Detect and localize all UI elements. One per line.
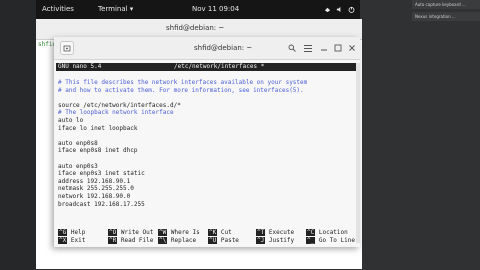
shortcut-write-out[interactable]: ^O Write Out (108, 229, 153, 237)
shortcut-exit[interactable]: ^X Exit (58, 237, 85, 245)
window-title: shfid@debian: ~ (194, 44, 253, 52)
top-bar: Activities Terminal ▾ Nov 11 09:04 (36, 0, 360, 19)
terminal-header-bar: shfid@debian: ~ (54, 37, 360, 60)
file-line: iface lo inet loopback (58, 124, 138, 132)
activities-button[interactable]: Activities (42, 5, 74, 13)
shortcut-cut[interactable]: ^K Cut (208, 229, 232, 237)
network-icon[interactable] (324, 6, 331, 13)
file-line: netmask 255.255.255.0 (58, 185, 134, 193)
file-line: auto lo (58, 117, 84, 124)
power-icon[interactable] (348, 6, 355, 13)
nano-title-bar: GNU nano 5.4 /etc/network/interfaces * (56, 63, 356, 71)
new-tab-button[interactable] (60, 41, 74, 55)
shortcut-justify[interactable]: ^J Justify (256, 237, 294, 245)
app-menu-terminal[interactable]: Terminal ▾ (98, 5, 133, 13)
file-line: network 192.168.90.0 (58, 193, 131, 200)
shortcut-read-file[interactable]: ^R Read File (108, 237, 153, 245)
search-icon[interactable] (288, 44, 296, 52)
close-icon[interactable] (348, 44, 356, 52)
nano-version: GNU nano 5.4 (58, 63, 102, 70)
file-line: auto enp0s8 (58, 139, 98, 147)
notification-1[interactable]: Auto capture keyboard ... (412, 0, 480, 9)
volume-icon[interactable] (336, 6, 343, 13)
desktop-right-area (360, 0, 480, 270)
nano-filename: /etc/network/interfaces * (174, 63, 265, 70)
minimize-icon[interactable] (320, 44, 328, 52)
shortcut-paste[interactable]: ^U Paste (208, 237, 239, 245)
new-tab-icon (63, 45, 71, 52)
file-line: broadcast 192.168.17.255 (58, 200, 145, 208)
notification-2[interactable]: Nexus integration ... (412, 12, 480, 21)
shortcut-location[interactable]: ^C Location (306, 229, 348, 237)
maximize-icon[interactable] (334, 44, 342, 52)
file-line: source /etc/network/interfaces.d/* (58, 101, 181, 109)
shortcut-execute[interactable]: ^T Execute (256, 229, 294, 237)
shortcut-go-to-line[interactable]: ^_ Go To Line (306, 237, 355, 245)
file-line: address 192.168.90.1 (58, 177, 131, 185)
file-line: # This file describes the network interf… (58, 79, 308, 86)
clock[interactable]: Nov 11 09:04 (192, 5, 239, 13)
nano-editor[interactable]: GNU nano 5.4 /etc/network/interfaces * #… (56, 61, 356, 245)
file-line: # and how to activate them. For more inf… (58, 86, 304, 94)
terminal-scrollbar[interactable] (356, 63, 360, 243)
shortcut-where-is[interactable]: ^W Where Is (158, 229, 200, 237)
desktop-left-margin (0, 0, 36, 270)
file-line: # The loopback network interface (58, 109, 174, 117)
file-line: auto enp0s3 (58, 162, 98, 170)
file-line: iface enp0s3 inet static (58, 170, 145, 178)
menu-icon[interactable] (304, 45, 312, 54)
terminal-window[interactable]: shfid@debian: ~ GNU nano 5.4 /etc/networ… (54, 37, 360, 247)
shortcut-help[interactable]: ^G Help (58, 229, 85, 237)
background-window-title: shfid@debian: ~ (166, 24, 225, 32)
file-line: iface enp0s8 inet dhcp (58, 147, 138, 155)
shortcut-replace[interactable]: ^\ Replace (158, 237, 196, 245)
